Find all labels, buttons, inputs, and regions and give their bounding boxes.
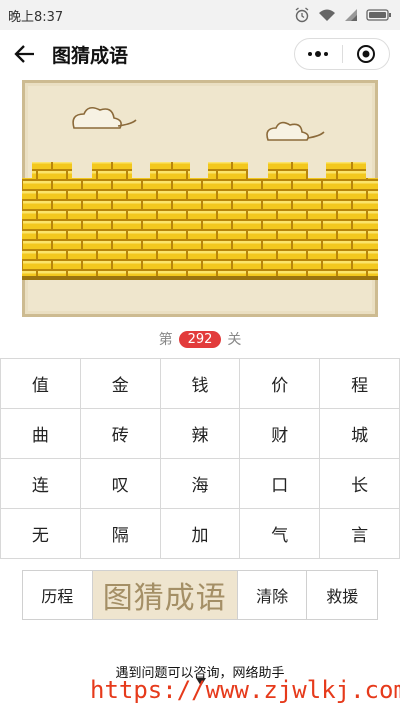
history-button[interactable]: 历程	[23, 571, 93, 619]
char-option[interactable]: 值	[1, 359, 81, 409]
clear-button[interactable]: 清除	[237, 571, 308, 619]
back-arrow-icon[interactable]	[14, 43, 36, 65]
status-bar: 晚上8:37	[0, 0, 400, 30]
answer-box[interactable]: 图猜成语	[92, 571, 238, 619]
char-option[interactable]: 砖	[80, 409, 161, 459]
more-options-button[interactable]	[295, 39, 342, 69]
char-option[interactable]: 财	[240, 409, 321, 459]
char-option[interactable]: 钱	[160, 359, 241, 409]
watermark: https://www.zjwlkj.com	[90, 676, 400, 704]
page-title: 图猜成语	[52, 44, 129, 67]
miniprogram-capsule	[294, 38, 390, 70]
char-option[interactable]: 价	[240, 359, 321, 409]
character-grid: 值 金 钱 价 程 曲 砖 辣 财 城 连 叹 海 口 长 无 隔 加 气 言	[0, 358, 400, 559]
battery-icon	[366, 9, 391, 21]
more-dot-icon	[324, 52, 329, 56]
close-miniprogram-button[interactable]	[342, 39, 389, 69]
more-dot-icon	[315, 51, 322, 57]
char-option[interactable]: 海	[160, 459, 241, 509]
more-dot-icon	[308, 52, 313, 56]
char-option[interactable]: 气	[240, 509, 321, 559]
char-option[interactable]: 加	[160, 509, 241, 559]
char-option[interactable]: 辣	[160, 409, 241, 459]
char-option[interactable]: 口	[240, 459, 321, 509]
char-option[interactable]: 无	[1, 509, 81, 559]
char-option[interactable]: 程	[320, 359, 400, 409]
char-option[interactable]: 连	[1, 459, 81, 509]
level-prefix: 第	[158, 332, 173, 348]
char-option[interactable]: 隔	[80, 509, 161, 559]
wifi-icon	[319, 9, 335, 21]
status-time: 晚上8:37	[8, 9, 64, 25]
rescue-button[interactable]: 救援	[307, 571, 377, 619]
alarm-icon	[295, 7, 309, 23]
puzzle-image	[22, 80, 378, 317]
level-number-badge: 292	[178, 330, 222, 348]
signal-icon	[345, 9, 357, 21]
char-option[interactable]: 叹	[80, 459, 161, 509]
char-option[interactable]: 言	[320, 509, 400, 559]
target-close-icon	[356, 45, 375, 63]
level-suffix: 关	[227, 332, 242, 348]
level-indicator: 第 292 关	[0, 328, 400, 350]
char-option[interactable]: 曲	[1, 409, 81, 459]
char-option[interactable]: 金	[80, 359, 161, 409]
status-icons	[294, 7, 392, 23]
char-option[interactable]: 城	[320, 409, 400, 459]
action-bar: 历程 图猜成语 清除 救援	[22, 570, 378, 620]
title-bar: 图猜成语	[0, 30, 400, 78]
char-option[interactable]: 长	[320, 459, 400, 509]
